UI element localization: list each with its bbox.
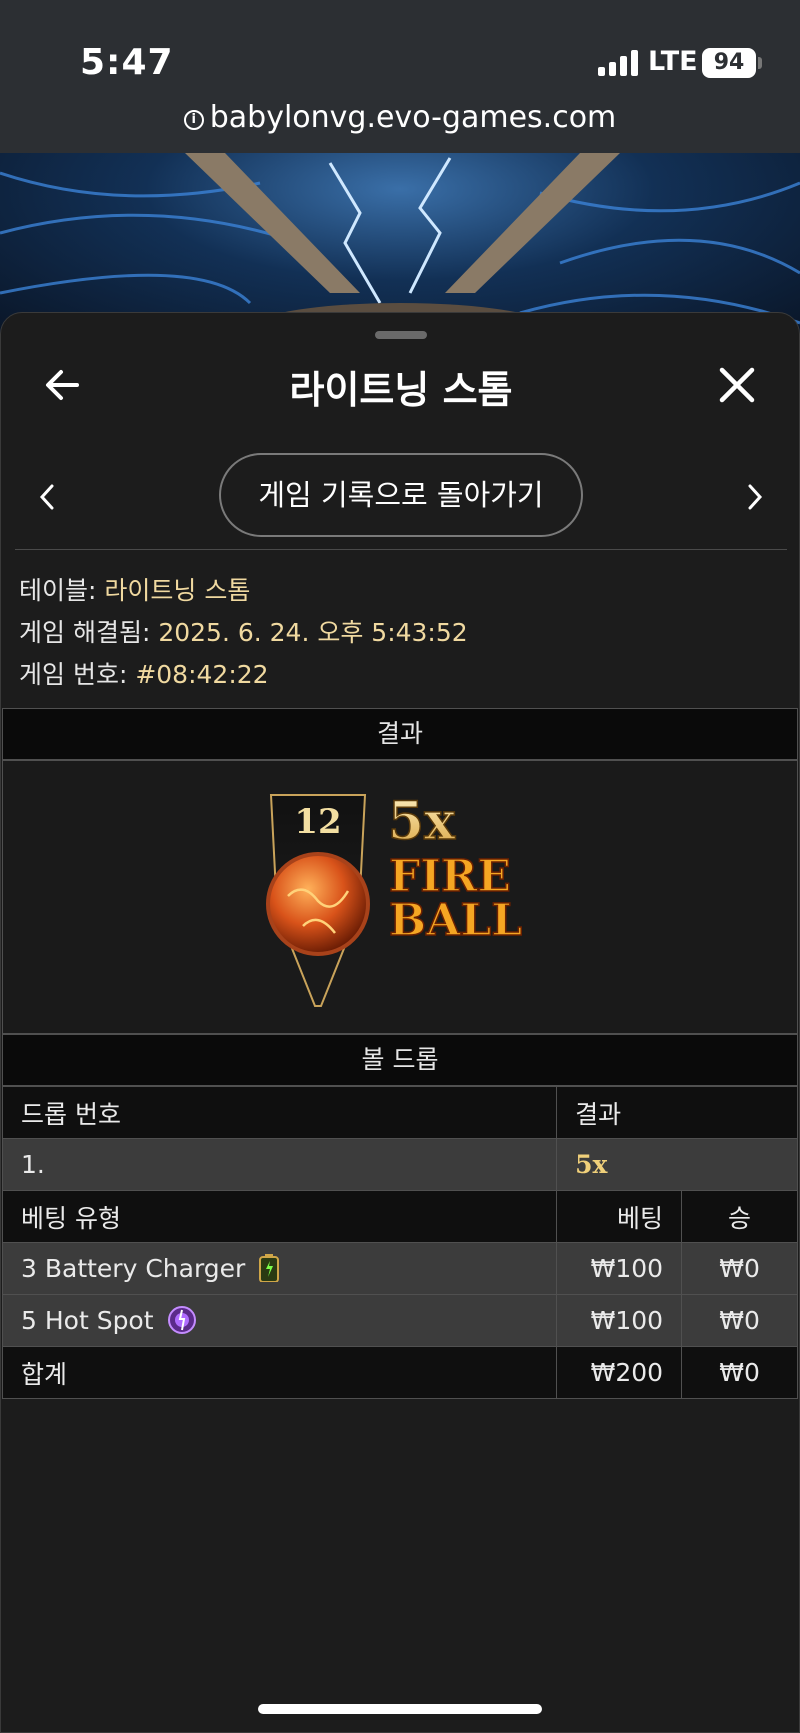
info-icon[interactable]: i bbox=[183, 110, 204, 130]
ball-drop-heading: 볼 드롭 bbox=[2, 1034, 798, 1086]
meta-resolved-value: 2025. 6. 24. 오후 5:43:52 bbox=[158, 618, 468, 647]
total-win: ₩0 bbox=[681, 1346, 798, 1399]
col-win: 승 bbox=[681, 1190, 798, 1243]
meta-game-number-value: #08:42:22 bbox=[135, 660, 269, 689]
meta-game-number: 게임 번호: #08:42:22 bbox=[19, 660, 269, 689]
result-graphic: 12 5x FIRE BALL bbox=[2, 760, 798, 1034]
chevron-right-icon[interactable] bbox=[743, 481, 767, 513]
results-table: 드롭 번호 결과 1. 5x 베팅 유형 베팅 승 3 Battery Char… bbox=[1, 1086, 798, 1399]
game-background-scene bbox=[0, 153, 800, 333]
page-title: 라이트닝 스톰 bbox=[289, 368, 513, 412]
meta-table: 테이블: 라이트닝 스톰 bbox=[19, 576, 251, 605]
home-indicator[interactable] bbox=[258, 1704, 542, 1714]
chevron-left-icon[interactable] bbox=[35, 481, 59, 513]
win-amount-cell: ₩0 bbox=[681, 1294, 798, 1347]
result-heading: 결과 bbox=[2, 708, 798, 760]
drop-result-cell: 5x bbox=[556, 1138, 798, 1191]
ball-number: 12 bbox=[294, 802, 341, 842]
url-bar[interactable]: i babylonvg.evo-games.com bbox=[0, 100, 800, 135]
col-bet: 베팅 bbox=[556, 1190, 683, 1243]
table-row: 드롭 번호 결과 bbox=[1, 1086, 798, 1139]
total-row: 합계 ₩200 ₩0 bbox=[1, 1346, 798, 1399]
table-row: 베팅 유형 베팅 승 bbox=[1, 1190, 798, 1243]
battery-tip bbox=[758, 57, 762, 69]
drop-result-multiplier: 5x bbox=[575, 1150, 608, 1179]
status-time: 5:47 bbox=[80, 42, 174, 83]
signal-icon bbox=[598, 50, 640, 76]
network-label: LTE bbox=[648, 46, 698, 77]
bet-amount-cell: ₩100 bbox=[556, 1294, 683, 1347]
hot-spot-icon bbox=[167, 1306, 196, 1334]
meta-table-value: 라이트닝 스톰 bbox=[104, 576, 251, 605]
url-text: babylonvg.evo-games.com bbox=[209, 100, 617, 135]
table-row: 5 Hot Spot ₩100 ₩0 bbox=[1, 1294, 798, 1347]
bet-type-cell: 3 Battery Charger bbox=[1, 1242, 558, 1295]
multiplier-label: 5x bbox=[388, 791, 456, 852]
browser-top-bar: 5:47 LTE 94 i babylonvg.evo-games.com bbox=[0, 0, 800, 153]
drag-handle[interactable] bbox=[375, 331, 427, 339]
bet-amount-cell: ₩100 bbox=[556, 1242, 683, 1295]
col-result: 결과 bbox=[556, 1086, 798, 1139]
fireball-text-line2: BALL bbox=[389, 895, 522, 946]
col-drop-number: 드롭 번호 bbox=[1, 1086, 558, 1139]
close-icon[interactable] bbox=[717, 365, 757, 405]
battery-icon bbox=[259, 1254, 280, 1283]
col-bet-type: 베팅 유형 bbox=[1, 1190, 558, 1243]
meta-resolved: 게임 해결됨: 2025. 6. 24. 오후 5:43:52 bbox=[19, 618, 468, 647]
win-amount-cell: ₩0 bbox=[681, 1242, 798, 1295]
total-bet: ₩200 bbox=[556, 1346, 683, 1399]
fireball-icon bbox=[266, 852, 370, 956]
battery-icon: 94 bbox=[702, 48, 756, 78]
divider bbox=[15, 549, 787, 550]
bet-type-cell: 5 Hot Spot bbox=[1, 1294, 558, 1347]
drop-number-cell: 1. bbox=[1, 1138, 558, 1191]
table-row: 3 Battery Charger ₩100 ₩0 bbox=[1, 1242, 798, 1295]
total-label: 합계 bbox=[1, 1346, 558, 1399]
back-to-history-button[interactable]: 게임 기록으로 돌아가기 bbox=[219, 453, 583, 537]
table-row: 1. 5x bbox=[1, 1138, 798, 1191]
